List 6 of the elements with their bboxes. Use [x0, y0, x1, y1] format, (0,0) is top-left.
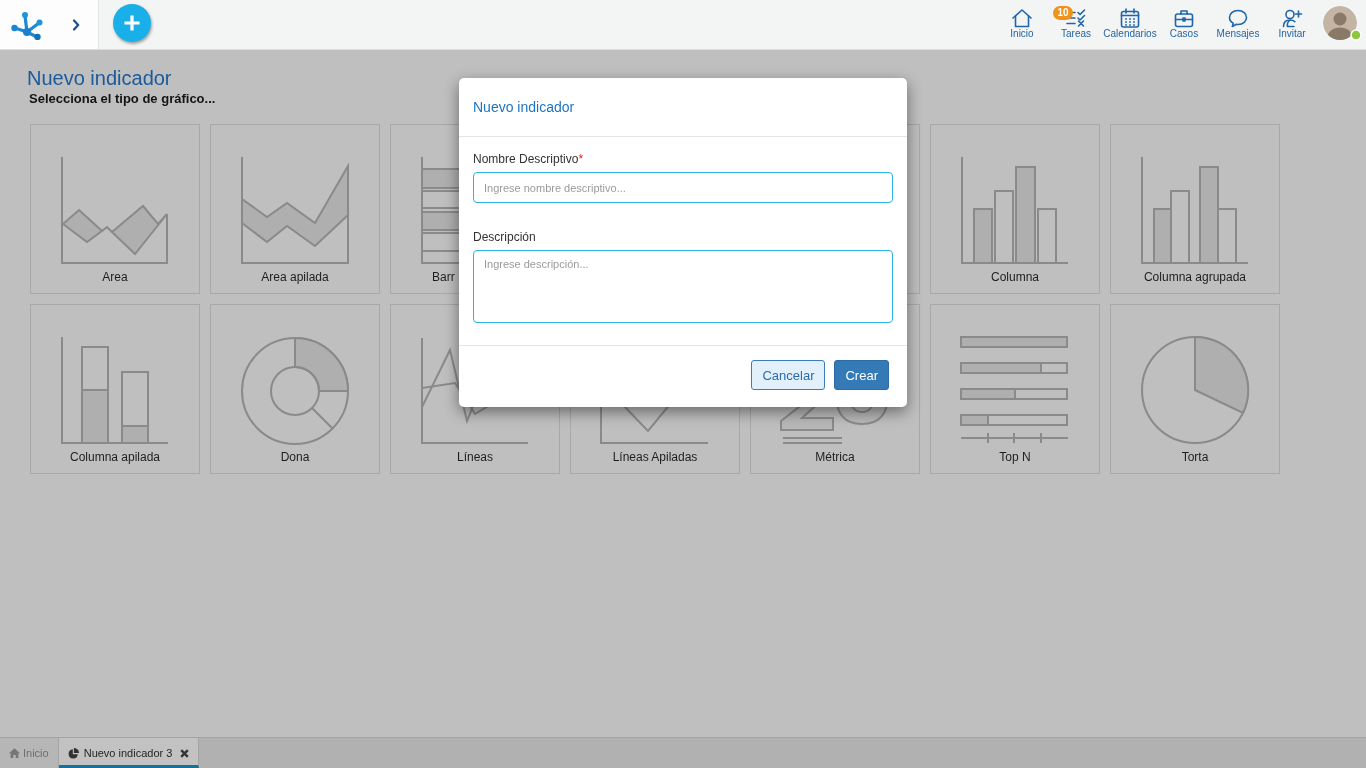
field-label: Nombre Descriptivo*: [473, 151, 584, 167]
page-title: Nuevo indicador: [27, 66, 172, 90]
dialog-title: Nuevo indicador: [473, 98, 575, 117]
count-badge: 10: [1053, 6, 1073, 20]
field-label: Descripción: [473, 229, 536, 245]
page-subtitle: Selecciona el tipo de gráfico...: [29, 91, 216, 107]
